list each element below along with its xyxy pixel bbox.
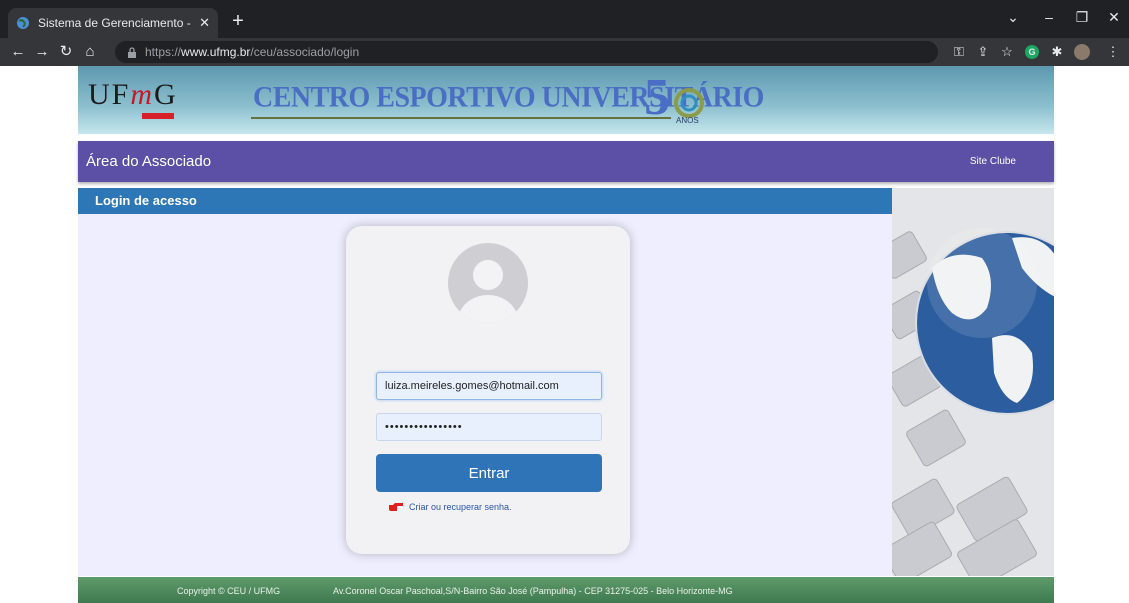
tab-title: Sistema de Gerenciamento - CEU [38, 16, 193, 30]
profile-avatar-icon[interactable] [1074, 44, 1090, 60]
bookmark-star-icon[interactable]: ☆ [998, 43, 1016, 61]
pointing-hand-icon [389, 503, 403, 511]
logo-red-bar [142, 113, 174, 119]
email-input[interactable] [376, 372, 602, 400]
logo-uf: UF [88, 78, 131, 111]
recover-password-link[interactable]: Criar ou recuperar senha. [388, 502, 512, 512]
page: UFmG CENTRO ESPORTIVO UNIVERSITÁRIO 5 AN… [0, 66, 1129, 603]
url-path: /ceu/associado/login [250, 45, 360, 59]
globe-favicon-icon [17, 17, 29, 29]
key-icon[interactable]: ⚿ [950, 43, 968, 61]
menu-kebab-icon[interactable]: ⋮ [1104, 43, 1122, 61]
login-card: Entrar Criar ou recuperar senha. [346, 226, 630, 554]
login-button[interactable]: Entrar [376, 454, 602, 492]
forward-arrow-icon[interactable]: → [32, 42, 52, 62]
page-footer: Copyright © CEU / UFMG Av.Coronel Oscar … [78, 577, 1054, 603]
password-input[interactable] [376, 413, 602, 441]
address-bar[interactable]: https://www.ufmg.br/ceu/associado/login [115, 41, 938, 63]
reload-icon[interactable]: ↻ [56, 42, 76, 62]
browser-toolbar: ← → ↻ ⌂ https://www.ufmg.br/ceu/associad… [0, 38, 1129, 66]
user-avatar-icon [448, 243, 528, 323]
fifty-years-logo: 5 [644, 69, 704, 126]
logo-g: G [154, 78, 178, 111]
area-title: Área do Associado [86, 153, 212, 170]
fifty-digit: 5 [644, 69, 670, 126]
site-banner: UFmG CENTRO ESPORTIVO UNIVERSITÁRIO 5 AN… [78, 66, 1054, 134]
home-icon[interactable]: ⌂ [80, 42, 100, 62]
fifty-zero-ring-icon [674, 88, 704, 118]
close-window-icon[interactable]: ✕ [1094, 6, 1129, 30]
lock-icon [128, 46, 136, 58]
associate-nav-bar: Área do Associado Site Clube [78, 141, 1054, 182]
banner-underline [251, 117, 671, 119]
logo-m: m [130, 78, 155, 111]
back-arrow-icon[interactable]: ← [8, 42, 28, 62]
ufmg-logo: UFmG [88, 78, 178, 112]
recover-link-text: Criar ou recuperar senha. [409, 502, 512, 512]
extensions-puzzle-icon[interactable]: ✱ [1048, 43, 1066, 61]
login-header: Login de acesso [78, 188, 892, 214]
browser-tab[interactable]: Sistema de Gerenciamento - CEU ✕ [8, 8, 218, 38]
globe-keyboard-image [892, 188, 1054, 576]
grammarly-extension-icon[interactable]: G [1025, 45, 1039, 59]
browser-tab-bar: Sistema de Gerenciamento - CEU ✕ + ⌄ – ❐… [0, 0, 1129, 38]
new-tab-icon[interactable]: + [226, 10, 250, 34]
url-scheme: https:// [145, 45, 182, 59]
site-clube-link[interactable]: Site Clube [970, 156, 1016, 167]
tab-close-icon[interactable]: ✕ [199, 15, 210, 31]
login-header-title: Login de acesso [95, 193, 197, 208]
footer-copyright: Copyright © CEU / UFMG [177, 586, 281, 596]
url-host: www.ufmg.br [181, 45, 251, 59]
login-content: Entrar Criar ou recuperar senha. [78, 214, 892, 576]
anos-label: ANOS [676, 116, 699, 125]
tab-search-icon[interactable]: ⌄ [993, 6, 1033, 30]
share-icon[interactable]: ⇪ [974, 43, 992, 61]
footer-address: Av.Coronel Oscar Paschoal,S/N-Bairro São… [333, 586, 733, 596]
